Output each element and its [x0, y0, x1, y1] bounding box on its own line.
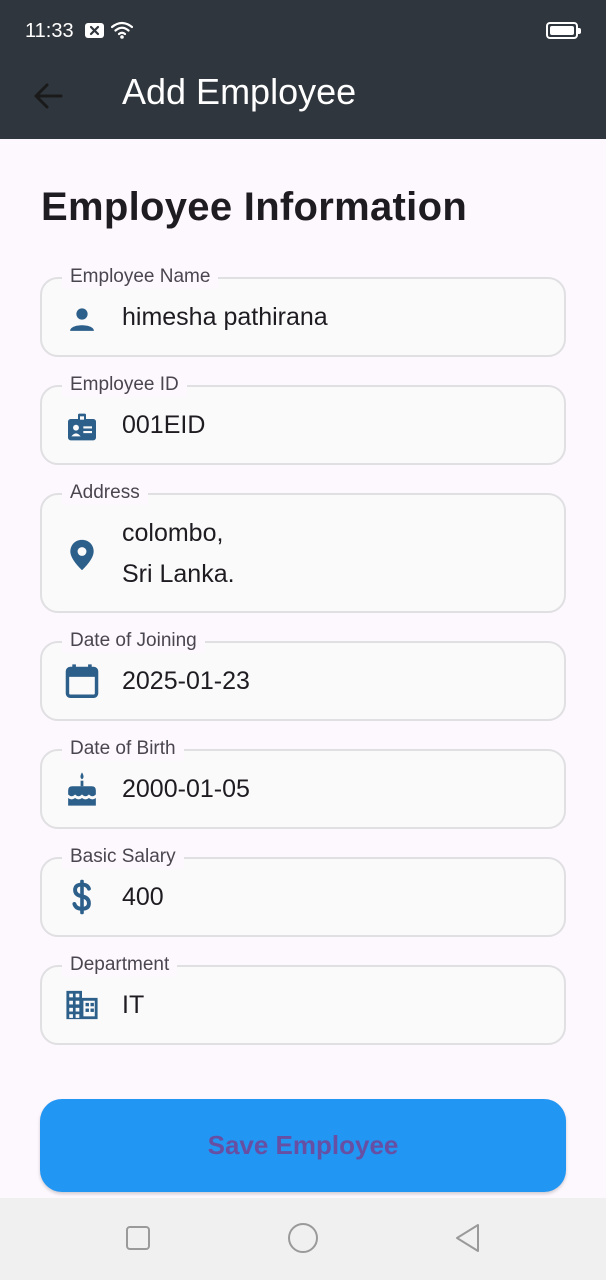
home-icon [287, 1222, 319, 1259]
employee-name-field[interactable]: Employee Name himesha pathirana [40, 265, 566, 357]
field-label: Employee ID [62, 373, 187, 397]
basic-salary-field[interactable]: Basic Salary 400 [40, 845, 566, 937]
location-pin-icon [64, 537, 100, 573]
status-time: 11:33 [25, 20, 74, 42]
building-icon [64, 987, 100, 1023]
calendar-icon [64, 663, 100, 699]
recent-apps-icon [125, 1225, 151, 1256]
system-back-button[interactable] [448, 1220, 488, 1260]
wifi-icon [110, 20, 134, 45]
back-button[interactable] [22, 72, 74, 124]
arrow-back-icon [33, 83, 63, 114]
date-of-birth-value: 2000-01-05 [122, 775, 250, 803]
status-bar: 11:33 [0, 0, 606, 62]
save-button-label: Save Employee [207, 1130, 399, 1160]
notification-close-icon [85, 23, 104, 38]
employee-name-value: himesha pathirana [122, 303, 328, 331]
recent-apps-button[interactable] [118, 1220, 158, 1260]
address-value: colombo, Sri Lanka. [122, 519, 235, 588]
badge-icon [64, 409, 100, 445]
page-title: Add Employee [122, 71, 357, 112]
cake-icon [64, 771, 100, 807]
field-label: Basic Salary [62, 845, 184, 869]
field-label: Department [62, 953, 178, 977]
date-of-joining-value: 2025-01-23 [122, 667, 250, 695]
back-triangle-icon [454, 1223, 482, 1258]
person-icon [64, 301, 100, 337]
field-label: Date of Joining [62, 629, 205, 653]
field-label: Address [62, 481, 148, 505]
employee-id-field[interactable]: Employee ID 001EID [40, 373, 566, 465]
battery-icon [546, 22, 581, 39]
address-field[interactable]: Address colombo, Sri Lanka. [40, 481, 566, 613]
home-button[interactable] [283, 1220, 323, 1260]
app-bar: Add Employee [0, 62, 606, 139]
department-value: IT [122, 991, 145, 1019]
field-label: Employee Name [62, 265, 219, 289]
date-of-birth-field[interactable]: Date of Birth 2000-01-05 [40, 737, 566, 829]
system-nav-bar [0, 1198, 606, 1280]
employee-id-value: 001EID [122, 411, 206, 439]
save-employee-button[interactable]: Save Employee [40, 1099, 566, 1192]
dollar-icon [64, 879, 100, 915]
date-of-joining-field[interactable]: Date of Joining 2025-01-23 [40, 629, 566, 721]
department-field[interactable]: Department IT [40, 953, 566, 1045]
section-title: Employee Information [41, 185, 468, 229]
basic-salary-value: 400 [122, 883, 164, 911]
field-label: Date of Birth [62, 737, 184, 761]
